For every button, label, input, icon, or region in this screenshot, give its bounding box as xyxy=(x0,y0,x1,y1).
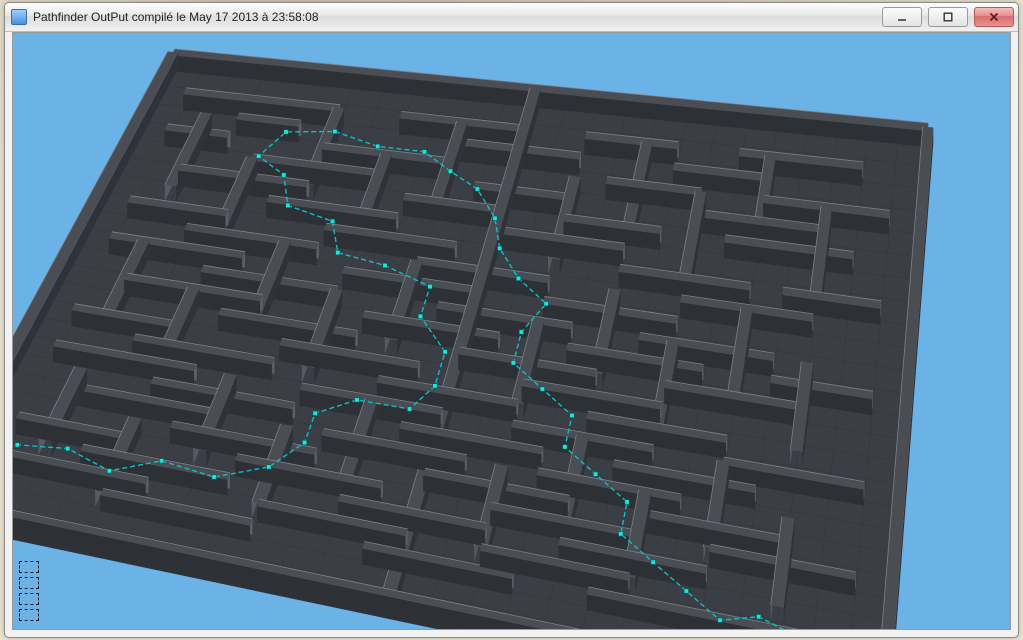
app-icon xyxy=(11,9,27,25)
close-icon xyxy=(989,12,999,22)
3d-viewport[interactable] xyxy=(13,33,1010,629)
titlebar[interactable]: Pathfinder OutPut compilé le May 17 2013… xyxy=(5,3,1018,32)
axis-gizmo-2[interactable] xyxy=(19,577,39,589)
viewport-frame xyxy=(12,32,1011,630)
axis-gizmo-3[interactable] xyxy=(19,593,39,605)
close-button[interactable] xyxy=(974,7,1014,27)
axis-gizmo-4[interactable] xyxy=(19,609,39,621)
minimize-icon xyxy=(897,12,907,22)
maximize-icon xyxy=(943,12,953,22)
window-buttons xyxy=(882,7,1014,27)
minimize-button[interactable] xyxy=(882,7,922,27)
window-title: Pathfinder OutPut compilé le May 17 2013… xyxy=(33,3,882,31)
maze-render xyxy=(13,33,1010,629)
maximize-button[interactable] xyxy=(928,7,968,27)
axis-gizmo-1[interactable] xyxy=(19,561,39,573)
application-window: Pathfinder OutPut compilé le May 17 2013… xyxy=(4,2,1019,638)
axis-gizmo-stack xyxy=(19,561,39,621)
